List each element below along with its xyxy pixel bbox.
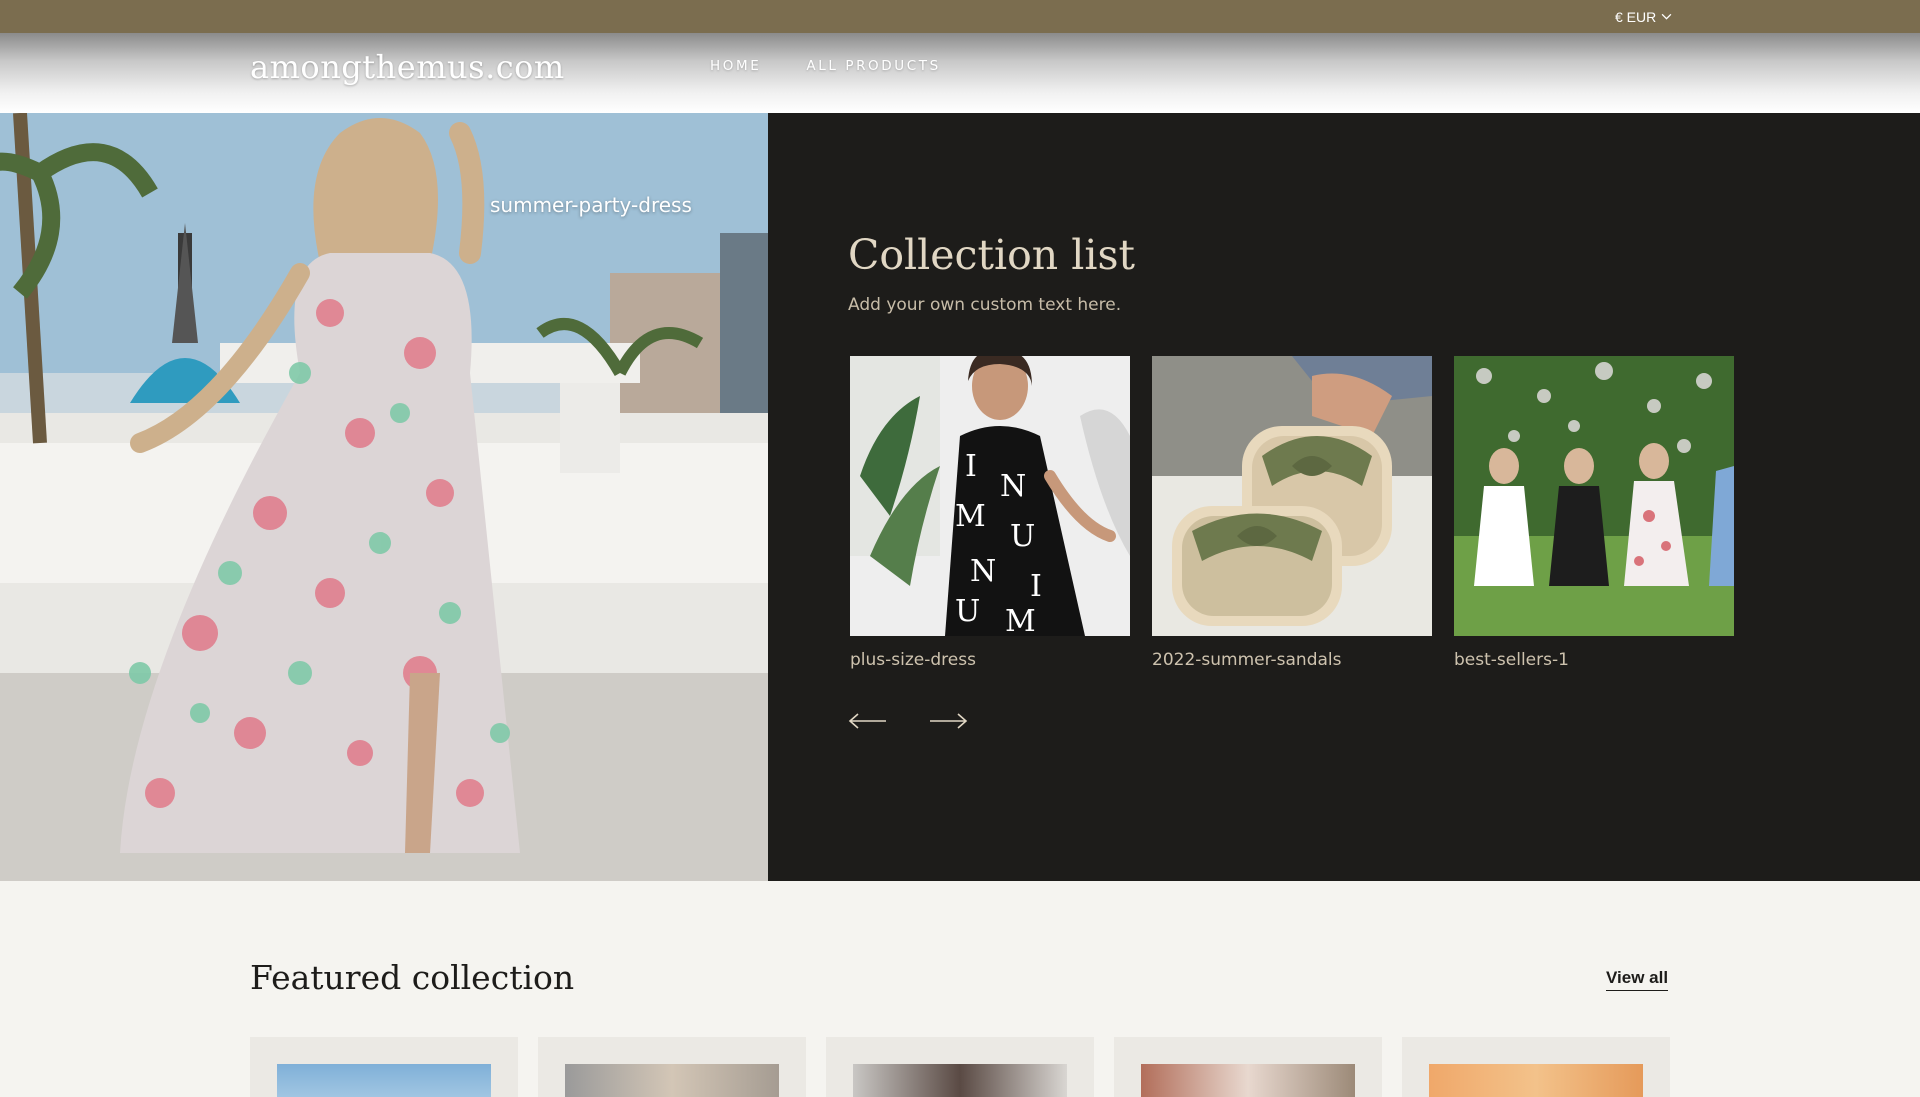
announcement-bar: € EUR (0, 0, 1920, 33)
nav-home[interactable]: HOME (710, 58, 761, 74)
product-image[interactable] (1429, 1064, 1643, 1097)
hero-caption[interactable]: summer-party-dress (490, 193, 692, 217)
collection-image[interactable]: IN MU NI UM (850, 356, 1130, 636)
collection-list-panel: Collection list Add your own custom text… (768, 113, 1920, 881)
product-image[interactable] (1141, 1064, 1355, 1097)
product-image[interactable] (277, 1064, 491, 1097)
main-nav: HOME ALL PRODUCTS (710, 58, 941, 74)
currency-label: € EUR (1615, 8, 1657, 25)
site-header: amongthemus.com HOME ALL PRODUCTS (0, 33, 1920, 113)
product-image[interactable] (565, 1064, 779, 1097)
arrow-right-icon[interactable] (928, 711, 968, 731)
svg-text:I: I (1030, 569, 1042, 604)
view-all-link[interactable]: View all (1606, 968, 1669, 991)
collection-carousel: IN MU NI UM plus-size-dress 2022-summer-… (850, 356, 1734, 670)
product-image[interactable] (853, 1064, 1067, 1097)
collection-image[interactable] (1152, 356, 1432, 636)
svg-text:M: M (955, 499, 986, 534)
svg-text:M: M (1005, 604, 1036, 636)
collection-label[interactable]: best-sellers-1 (1454, 650, 1734, 670)
product-grid (250, 1037, 1670, 1097)
product-card[interactable] (1402, 1037, 1670, 1097)
svg-text:U: U (1010, 519, 1035, 554)
svg-text:U: U (955, 594, 980, 629)
site-logo[interactable]: amongthemus.com (250, 48, 565, 86)
hero-image[interactable]: summer-party-dress (0, 113, 768, 881)
hero-section: summer-party-dress Collection list Add y… (0, 113, 1920, 881)
collection-list-title: Collection list (848, 231, 1135, 279)
nav-all-products[interactable]: ALL PRODUCTS (806, 58, 940, 74)
svg-text:N: N (970, 554, 996, 589)
currency-selector[interactable]: € EUR (1615, 0, 1672, 33)
featured-collection-title: Featured collection (250, 958, 575, 997)
featured-collection-section: Featured collection View all (0, 881, 1920, 1097)
carousel-controls (848, 711, 968, 731)
product-card[interactable] (250, 1037, 518, 1097)
chevron-down-icon (1661, 9, 1672, 25)
product-card[interactable] (826, 1037, 1094, 1097)
collection-label[interactable]: plus-size-dress (850, 650, 1130, 670)
collection-card-best-sellers-1[interactable]: best-sellers-1 (1454, 356, 1734, 670)
collection-list-subtitle: Add your own custom text here. (848, 295, 1122, 315)
svg-text:N: N (1000, 469, 1026, 504)
svg-text:I: I (965, 449, 977, 484)
collection-card-2022-summer-sandals[interactable]: 2022-summer-sandals (1152, 356, 1432, 670)
arrow-left-icon[interactable] (848, 711, 888, 731)
product-card[interactable] (1114, 1037, 1382, 1097)
collection-label[interactable]: 2022-summer-sandals (1152, 650, 1432, 670)
collection-image[interactable] (1454, 356, 1734, 636)
product-card[interactable] (538, 1037, 806, 1097)
collection-card-plus-size-dress[interactable]: IN MU NI UM plus-size-dress (850, 356, 1130, 670)
